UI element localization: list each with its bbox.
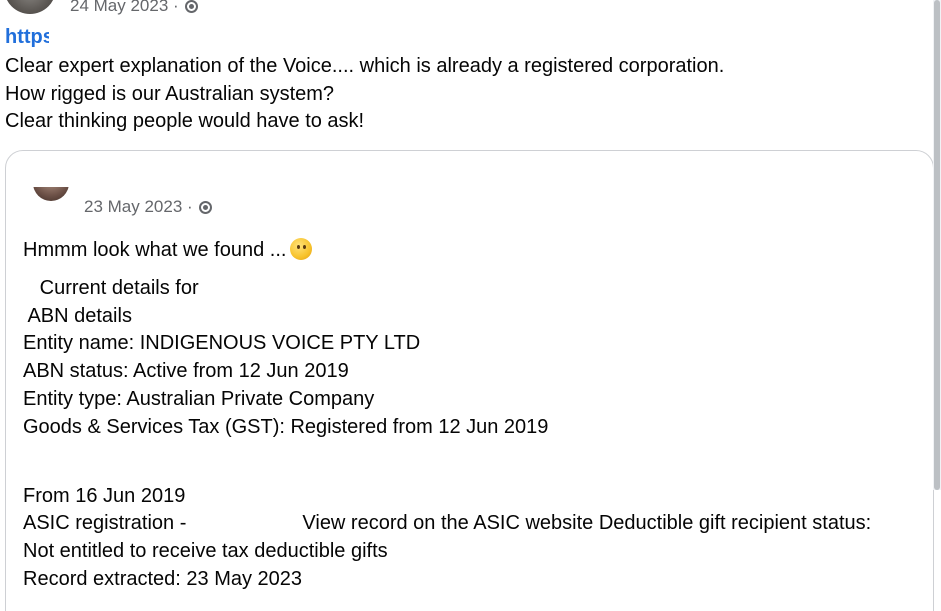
from-date-line: From 16 Jun 2019 xyxy=(23,484,186,507)
record-extracted-line: Record extracted: 23 May 2023 xyxy=(23,567,303,590)
dgr-status-line: Not entitled to receive tax deductible g… xyxy=(23,540,388,563)
post-link[interactable]: https xyxy=(5,26,49,49)
shared-post-timestamp[interactable]: 23 May 2023 · xyxy=(84,197,212,217)
gst-line: Goods & Services Tax (GST): Registered f… xyxy=(23,415,549,438)
shared-intro-line: Hmmm look what we found ... xyxy=(23,237,871,265)
post-text-line: Clear expert explanation of the Voice...… xyxy=(5,55,725,77)
abn-status-line: ABN status: Active from 12 Jun 2019 xyxy=(23,360,349,383)
shared-post-body: Hmmm look what we found ... Current deta… xyxy=(23,237,871,594)
current-details-line: Current details for xyxy=(23,276,199,299)
post-text-line: Clear thinking people would have to ask! xyxy=(5,110,365,132)
entity-name-line: Entity name: INDIGENOUS VOICE PTY LTD xyxy=(23,332,421,355)
post-timestamp[interactable]: 24 May 2023 · xyxy=(70,0,198,16)
author-avatar[interactable] xyxy=(4,0,56,14)
asic-registration-line: ASIC registration - View record on the AS… xyxy=(23,510,871,538)
shared-author-avatar[interactable] xyxy=(33,187,69,201)
post-text: Clear expert explanation of the Voice...… xyxy=(5,53,724,136)
shared-intro-text: Hmmm look what we found ... xyxy=(23,239,287,261)
globe-icon xyxy=(184,0,198,13)
asic-suffix: View record on the ASIC website Deductib… xyxy=(302,512,872,535)
asic-prefix: ASIC registration - xyxy=(23,512,187,535)
globe-icon xyxy=(198,201,212,214)
facebook-post: 24 May 2023 · https Clear expert explana… xyxy=(0,0,941,611)
post-date-text[interactable]: 24 May 2023 · xyxy=(70,0,179,15)
scrollbar[interactable] xyxy=(933,0,941,490)
shared-post-card[interactable]: 23 May 2023 · Hmmm look what we found ..… xyxy=(5,150,934,611)
thinking-face-icon xyxy=(290,238,313,260)
post-text-line: How rigged is our Australian system? xyxy=(5,82,335,105)
shared-post-header: 23 May 2023 · xyxy=(6,187,406,217)
entity-type-line: Entity type: Australian Private Company xyxy=(23,387,375,410)
shared-date-text[interactable]: 23 May 2023 · xyxy=(84,197,193,216)
abn-details-line: ABN details xyxy=(23,304,132,327)
post-header: 24 May 2023 · xyxy=(0,0,600,16)
scrollbar-thumb[interactable] xyxy=(934,0,940,490)
